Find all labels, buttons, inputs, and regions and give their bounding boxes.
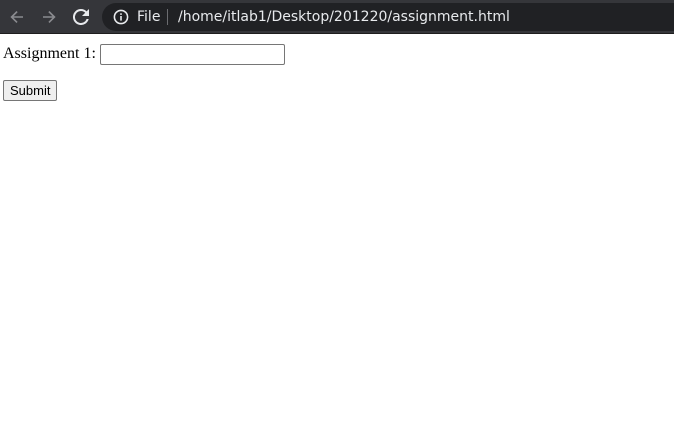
reload-icon	[73, 9, 89, 25]
url-text[interactable]: /home/itlab1/Desktop/201220/assignment.h…	[178, 8, 510, 26]
browser-toolbar: File /home/itlab1/Desktop/201220/assignm…	[0, 0, 674, 34]
scheme-label: File	[137, 9, 161, 25]
submit-button[interactable]: Submit	[3, 80, 58, 101]
page-content: Assignment 1: Submit	[0, 34, 674, 109]
reload-button[interactable]	[67, 3, 95, 31]
assignment-row: Assignment 1:	[3, 43, 671, 65]
assignment-label: Assignment 1:	[3, 45, 96, 62]
arrow-right-icon	[43, 11, 56, 23]
arrow-left-icon	[10, 11, 23, 23]
info-icon[interactable]	[112, 8, 130, 26]
forward-button[interactable]	[35, 3, 63, 31]
omnibox-divider	[167, 9, 168, 25]
assignment-form: Assignment 1: Submit	[3, 43, 671, 101]
assignment-input[interactable]	[99, 43, 285, 65]
address-bar[interactable]: File /home/itlab1/Desktop/201220/assignm…	[102, 3, 674, 31]
back-button[interactable]	[3, 3, 31, 31]
